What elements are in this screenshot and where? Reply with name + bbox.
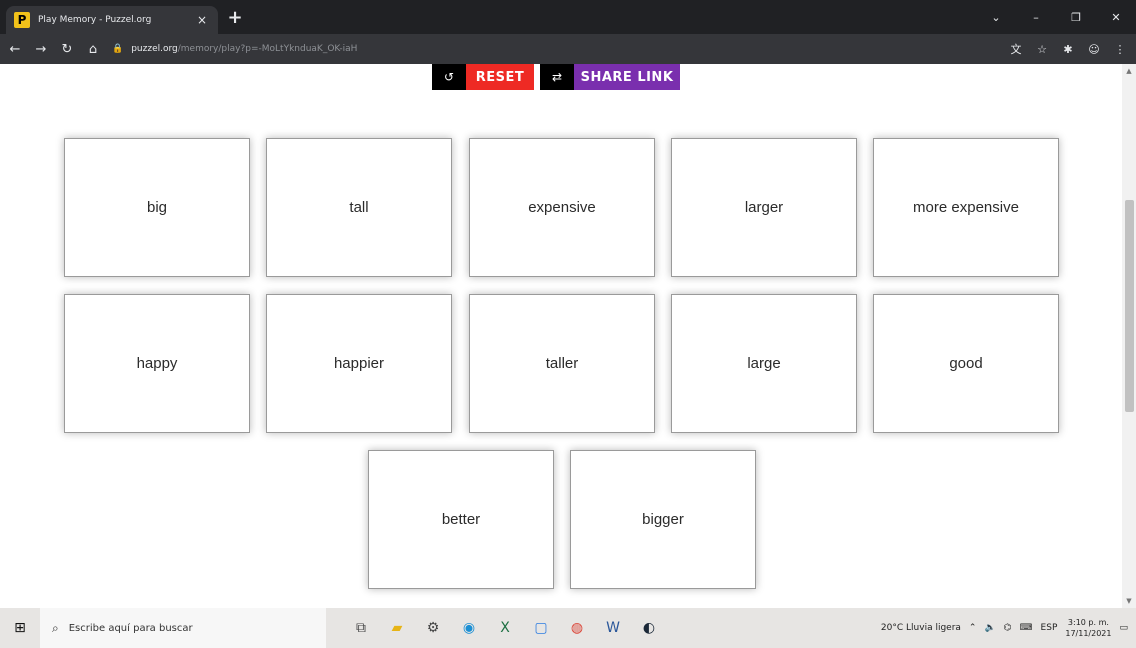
memory-card[interactable]: expensive xyxy=(469,138,655,277)
taskbar-clock[interactable]: 3:10 p. m. 17/11/2021 xyxy=(1065,617,1111,639)
chrome-icon[interactable]: ◍ xyxy=(562,613,592,643)
card-text: good xyxy=(949,355,983,372)
card-text: larger xyxy=(744,199,784,216)
notifications-icon[interactable]: ▭ xyxy=(1119,623,1128,633)
page-viewport: ↺ RESET ⇄ SHARE LINK big tall expensive … xyxy=(0,64,1136,608)
card-text: better xyxy=(441,511,481,528)
reset-label: RESET xyxy=(466,64,534,90)
url-host: puzzel.org xyxy=(131,44,178,54)
edge-icon[interactable]: ◉ xyxy=(454,613,484,643)
memory-card[interactable]: larger xyxy=(671,138,857,277)
tray-chevron-icon[interactable]: ⌃ xyxy=(969,623,977,633)
clock-date: 17/11/2021 xyxy=(1065,629,1112,638)
profile-icon[interactable]: ☺ xyxy=(1084,38,1104,60)
browser-tab-bar: P Play Memory - Puzzel.org × + ⌄ – ❐ ✕ xyxy=(0,0,1136,34)
clock-time: 3:10 p. m. xyxy=(1067,618,1109,627)
network-icon[interactable]: ⌬ xyxy=(1004,623,1012,633)
page-scrollbar[interactable]: ▲ ▼ xyxy=(1122,64,1136,608)
game-controls: ↺ RESET ⇄ SHARE LINK xyxy=(432,64,680,90)
word-icon[interactable]: W xyxy=(598,613,628,643)
new-tab-button[interactable]: + xyxy=(224,8,246,30)
scroll-thumb[interactable] xyxy=(1125,200,1134,412)
memory-card[interactable]: tall xyxy=(266,138,452,277)
reload-button[interactable]: ↻ xyxy=(56,38,78,60)
translate-icon[interactable]: 文 xyxy=(1006,38,1026,60)
extensions-icon[interactable]: ✱ xyxy=(1058,38,1078,60)
card-text: more expensive xyxy=(913,199,1019,216)
card-text: happier xyxy=(333,355,385,372)
url-path: /memory/play?p=-MoLtYknduaK_OK-iaH xyxy=(177,44,358,54)
lock-icon[interactable]: 🔒 xyxy=(112,44,123,54)
window-controls: ⌄ – ❐ ✕ xyxy=(976,0,1136,34)
bookmark-star-icon[interactable]: ☆ xyxy=(1032,38,1052,60)
search-icon: ⌕ xyxy=(52,620,59,635)
excel-icon[interactable]: X xyxy=(490,613,520,643)
share-link-label: SHARE LINK xyxy=(574,64,680,90)
tab-close-icon[interactable]: × xyxy=(194,13,210,27)
toolbar-actions: 文 ☆ ✱ ☺ ⋮ xyxy=(1006,38,1130,60)
windows-start-icon[interactable]: ⊞ xyxy=(0,608,40,648)
search-placeholder: Escribe aquí para buscar xyxy=(68,622,193,634)
reset-icon: ↺ xyxy=(432,64,466,90)
minimize-button[interactable]: – xyxy=(1016,0,1056,34)
card-text: tall xyxy=(349,199,369,216)
steam-icon[interactable]: ◐ xyxy=(634,613,664,643)
taskbar-apps: ⧉ ▰ ⚙ ◉ X ▢ ◍ W ◐ xyxy=(346,613,664,643)
share-icon: ⇄ xyxy=(540,64,574,90)
scroll-down-icon[interactable]: ▼ xyxy=(1122,594,1136,608)
memory-card[interactable]: bigger xyxy=(570,450,756,589)
language-indicator[interactable]: ESP xyxy=(1041,623,1058,633)
memory-card[interactable]: big xyxy=(64,138,250,277)
memory-card[interactable]: taller xyxy=(469,294,655,433)
scroll-up-icon[interactable]: ▲ xyxy=(1122,64,1136,78)
card-text: big xyxy=(146,199,168,216)
card-text: expensive xyxy=(528,199,596,216)
address-bar[interactable]: 🔒 puzzel.org /memory/play?p=-MoLtYknduaK… xyxy=(112,39,972,59)
puzzel-favicon-icon: P xyxy=(14,12,30,28)
forward-button[interactable]: → xyxy=(30,38,52,60)
file-explorer-icon[interactable]: ▰ xyxy=(382,613,412,643)
card-text: large xyxy=(747,355,781,372)
back-button[interactable]: ← xyxy=(4,38,26,60)
memory-card[interactable]: happier xyxy=(266,294,452,433)
home-button[interactable]: ⌂ xyxy=(82,38,104,60)
card-text: taller xyxy=(545,355,579,372)
memory-card[interactable]: more expensive xyxy=(873,138,1059,277)
share-link-button[interactable]: ⇄ SHARE LINK xyxy=(540,64,680,90)
app-blue-icon[interactable]: ▢ xyxy=(526,613,556,643)
tab-search-icon[interactable]: ⌄ xyxy=(976,0,1016,34)
taskbar-search-input[interactable]: ⌕ Escribe aquí para buscar xyxy=(40,608,326,648)
card-text: bigger xyxy=(642,511,684,528)
memory-card[interactable]: good xyxy=(873,294,1059,433)
close-window-button[interactable]: ✕ xyxy=(1096,0,1136,34)
memory-card[interactable]: large xyxy=(671,294,857,433)
memory-card[interactable]: happy xyxy=(64,294,250,433)
settings-icon[interactable]: ⚙ xyxy=(418,613,448,643)
browser-toolbar: ← → ↻ ⌂ 🔒 puzzel.org /memory/play?p=-MoL… xyxy=(0,34,1136,64)
weather-widget[interactable]: 20°C Lluvia ligera xyxy=(881,623,961,633)
card-text: happy xyxy=(136,355,178,372)
maximize-button[interactable]: ❐ xyxy=(1056,0,1096,34)
keyboard-icon[interactable]: ⌨ xyxy=(1020,623,1033,633)
browser-tab[interactable]: P Play Memory - Puzzel.org × xyxy=(6,6,218,34)
browser-menu-icon[interactable]: ⋮ xyxy=(1110,38,1130,60)
volume-icon[interactable]: 🔈 xyxy=(984,623,995,633)
reset-button[interactable]: ↺ RESET xyxy=(432,64,534,90)
system-tray: 20°C Lluvia ligera ⌃ 🔈 ⌬ ⌨ ESP 3:10 p. m… xyxy=(881,608,1128,648)
tab-title: Play Memory - Puzzel.org xyxy=(38,15,152,25)
memory-card[interactable]: better xyxy=(368,450,554,589)
task-view-icon[interactable]: ⧉ xyxy=(346,613,376,643)
windows-taskbar: ⊞ ⌕ Escribe aquí para buscar ⧉ ▰ ⚙ ◉ X ▢ ◍ W ◐ 2… xyxy=(0,608,1136,648)
